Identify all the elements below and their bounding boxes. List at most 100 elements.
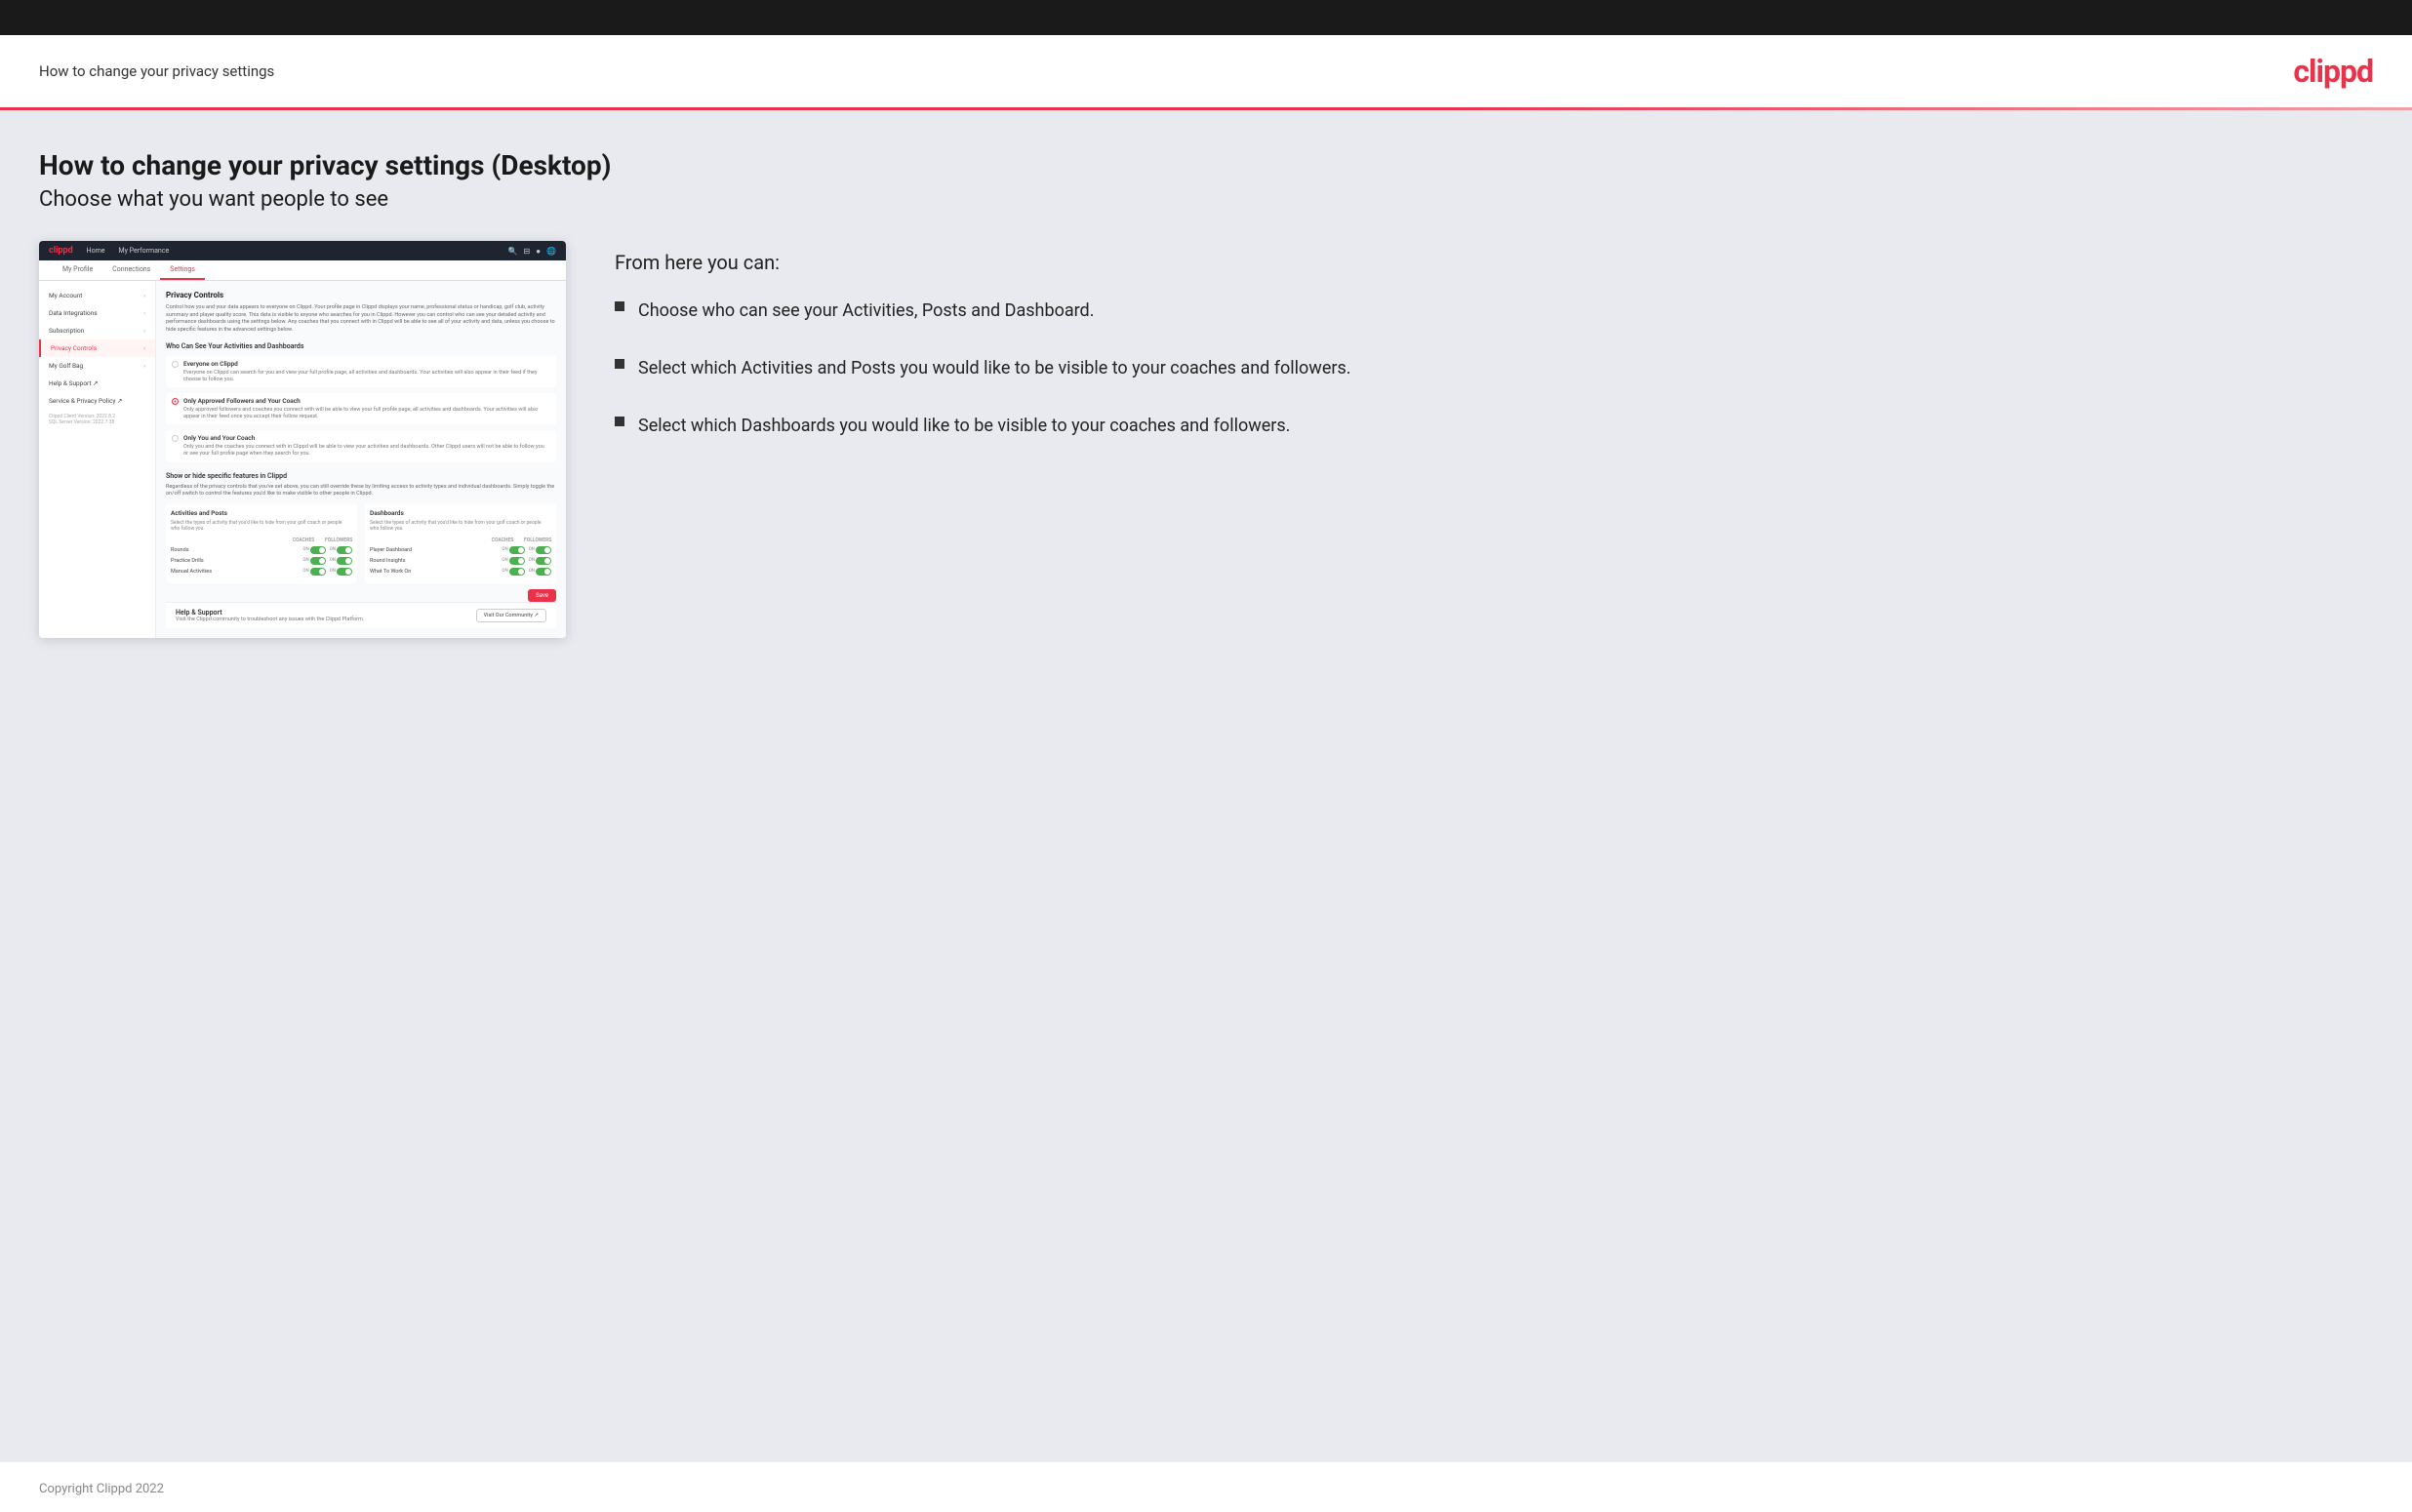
rounds-coaches-pill [310,546,326,554]
bullet-list: Choose who can see your Activities, Post… [615,298,2373,439]
practice-followers-pill [337,557,352,565]
radio-followers-desc: Only approved followers and coaches you … [183,407,550,420]
sidebar-item-my-account[interactable]: My Account › [39,287,155,304]
player-coaches-pill [509,546,525,554]
practice-followers-toggle[interactable]: ON [330,557,352,565]
help-title: Help & Support [176,609,364,617]
practice-drills-row: Practice Drills ON ON [171,557,352,565]
tab-my-profile[interactable]: My Profile [53,260,102,280]
chevron-icon: › [143,345,145,352]
rounds-coaches-on-label: ON [302,547,308,552]
round-insights-followers-pill [536,557,551,565]
bullet-square-1 [615,301,624,311]
privacy-controls-desc: Control how you and your data appears to… [166,304,556,335]
player-followers-toggle[interactable]: ON [529,546,551,554]
radio-coach-only[interactable]: Only You and Your Coach Only you and the… [166,430,556,461]
show-hide-title: Show or hide specific features in Clippd [166,472,556,480]
sidebar-label-privacy-policy: Service & Privacy Policy ↗ [49,397,123,405]
user-icon[interactable]: ● [536,247,541,256]
radio-followers-content: Only Approved Followers and Your Coach O… [183,397,550,420]
sidebar-item-subscription[interactable]: Subscription › [39,322,155,339]
radio-coach-only-label: Only You and Your Coach [183,434,550,442]
chevron-icon: › [143,328,145,335]
activities-toggle-header: COACHES FOLLOWERS [171,537,352,543]
practice-followers-on-label: ON [330,558,336,563]
what-coaches-toggle[interactable]: ON [502,568,524,576]
right-panel: From here you can: Choose who can see yo… [615,241,2373,439]
dashboards-card: Dashboards Select the types of activity … [365,504,556,583]
visit-community-button[interactable]: Visit Our Community ↗ [476,609,546,622]
chevron-icon: › [143,363,145,370]
rounds-followers-toggle[interactable]: ON [330,546,352,554]
tab-settings[interactable]: Settings [160,260,205,280]
radio-followers[interactable]: Only Approved Followers and Your Coach O… [166,393,556,424]
player-coaches-toggle[interactable]: ON [502,546,524,554]
bullet-item-2: Select which Activities and Posts you wo… [615,355,2373,381]
round-insights-followers-toggle[interactable]: ON [529,557,551,565]
page-subtitle: Choose what you want people to see [39,187,2373,212]
manual-followers-pill [337,568,352,576]
save-button[interactable]: Save [528,589,556,602]
top-bar [0,0,2412,35]
sidebar-item-privacy-policy[interactable]: Service & Privacy Policy ↗ [39,392,155,410]
footer: Copyright Clippd 2022 [0,1461,2412,1512]
sidebar-label-data-integrations: Data Integrations [49,309,98,317]
practice-coaches-toggle[interactable]: ON [302,557,325,565]
radio-followers-label: Only Approved Followers and Your Coach [183,397,550,405]
manual-followers-toggle[interactable]: ON [330,568,352,576]
radio-coach-only-indicator [172,435,179,442]
sidebar-label-subscription: Subscription [49,327,84,335]
globe-icon[interactable]: 🌐 [546,247,556,256]
rounds-coaches-toggle[interactable]: ON [302,546,325,554]
player-dashboard-label: Player Dashboard [370,547,502,553]
what-followers-pill [536,568,551,576]
round-insights-coaches-toggle[interactable]: ON [502,557,524,565]
dashboards-toggle-header: COACHES FOLLOWERS [370,537,551,543]
radio-everyone[interactable]: Everyone on Clippd Everyone on Clippd ca… [166,356,556,387]
search-icon[interactable]: 🔍 [508,247,518,256]
what-followers-toggle[interactable]: ON [529,568,551,576]
rounds-followers-on-label: ON [330,547,336,552]
mock-nav-home[interactable]: Home [87,247,105,255]
bullet-item-3: Select which Dashboards you would like t… [615,413,2373,439]
page-title: How to change your privacy settings (Des… [39,149,2373,181]
mock-body: My Account › Data Integrations › Subscri… [39,281,566,638]
round-insights-followers-on-label: ON [529,558,535,563]
manual-activities-toggles: ON ON [302,568,352,576]
features-grid: Activities and Posts Select the types of… [166,504,556,583]
radio-everyone-label: Everyone on Clippd [183,360,550,368]
mock-nav-performance[interactable]: My Performance [119,247,170,255]
manual-followers-on-label: ON [330,569,336,574]
round-insights-label: Round Insights [370,558,502,564]
practice-drills-toggles: ON ON [302,557,352,565]
what-coaches-on-label: ON [502,569,507,574]
player-followers-pill [536,546,551,554]
radio-followers-indicator [172,398,179,405]
practice-drills-label: Practice Drills [171,558,302,564]
manual-activities-row: Manual Activities ON ON [171,568,352,576]
logo: clippd [2293,53,2373,90]
tab-connections[interactable]: Connections [102,260,160,280]
help-desc: Visit the Clippd community to troublesho… [176,617,364,622]
chevron-icon: › [143,310,145,317]
mock-nav: clippd Home My Performance 🔍 ⊟ ● 🌐 [39,241,566,260]
who-can-see-section: Who Can See Your Activities and Dashboar… [166,342,556,462]
radio-everyone-content: Everyone on Clippd Everyone on Clippd ca… [183,360,550,383]
bullet-text-2: Select which Activities and Posts you wo… [638,355,1351,381]
activities-posts-desc: Select the types of activity that you'd … [171,520,352,533]
manual-coaches-toggle[interactable]: ON [302,568,325,576]
sidebar-item-my-golf-bag[interactable]: My Golf Bag › [39,357,155,375]
sidebar-label-help-support: Help & Support ↗ [49,379,99,387]
what-to-work-on-label: What To Work On [370,569,502,575]
followers-col-label: FOLLOWERS [325,537,352,543]
sidebar-label-my-golf-bag: My Golf Bag [49,362,83,370]
sidebar-item-help-support[interactable]: Help & Support ↗ [39,375,155,392]
manual-activities-label: Manual Activities [171,569,302,575]
sidebar-item-data-integrations[interactable]: Data Integrations › [39,304,155,322]
bullet-square-2 [615,359,624,369]
player-dashboard-toggles: ON ON [502,546,551,554]
show-hide-desc: Regardless of the privacy controls that … [166,484,556,498]
sidebar-item-privacy-controls[interactable]: Privacy Controls › [39,339,155,357]
bullet-item-1: Choose who can see your Activities, Post… [615,298,2373,324]
sidebar-label-my-account: My Account [49,292,82,299]
